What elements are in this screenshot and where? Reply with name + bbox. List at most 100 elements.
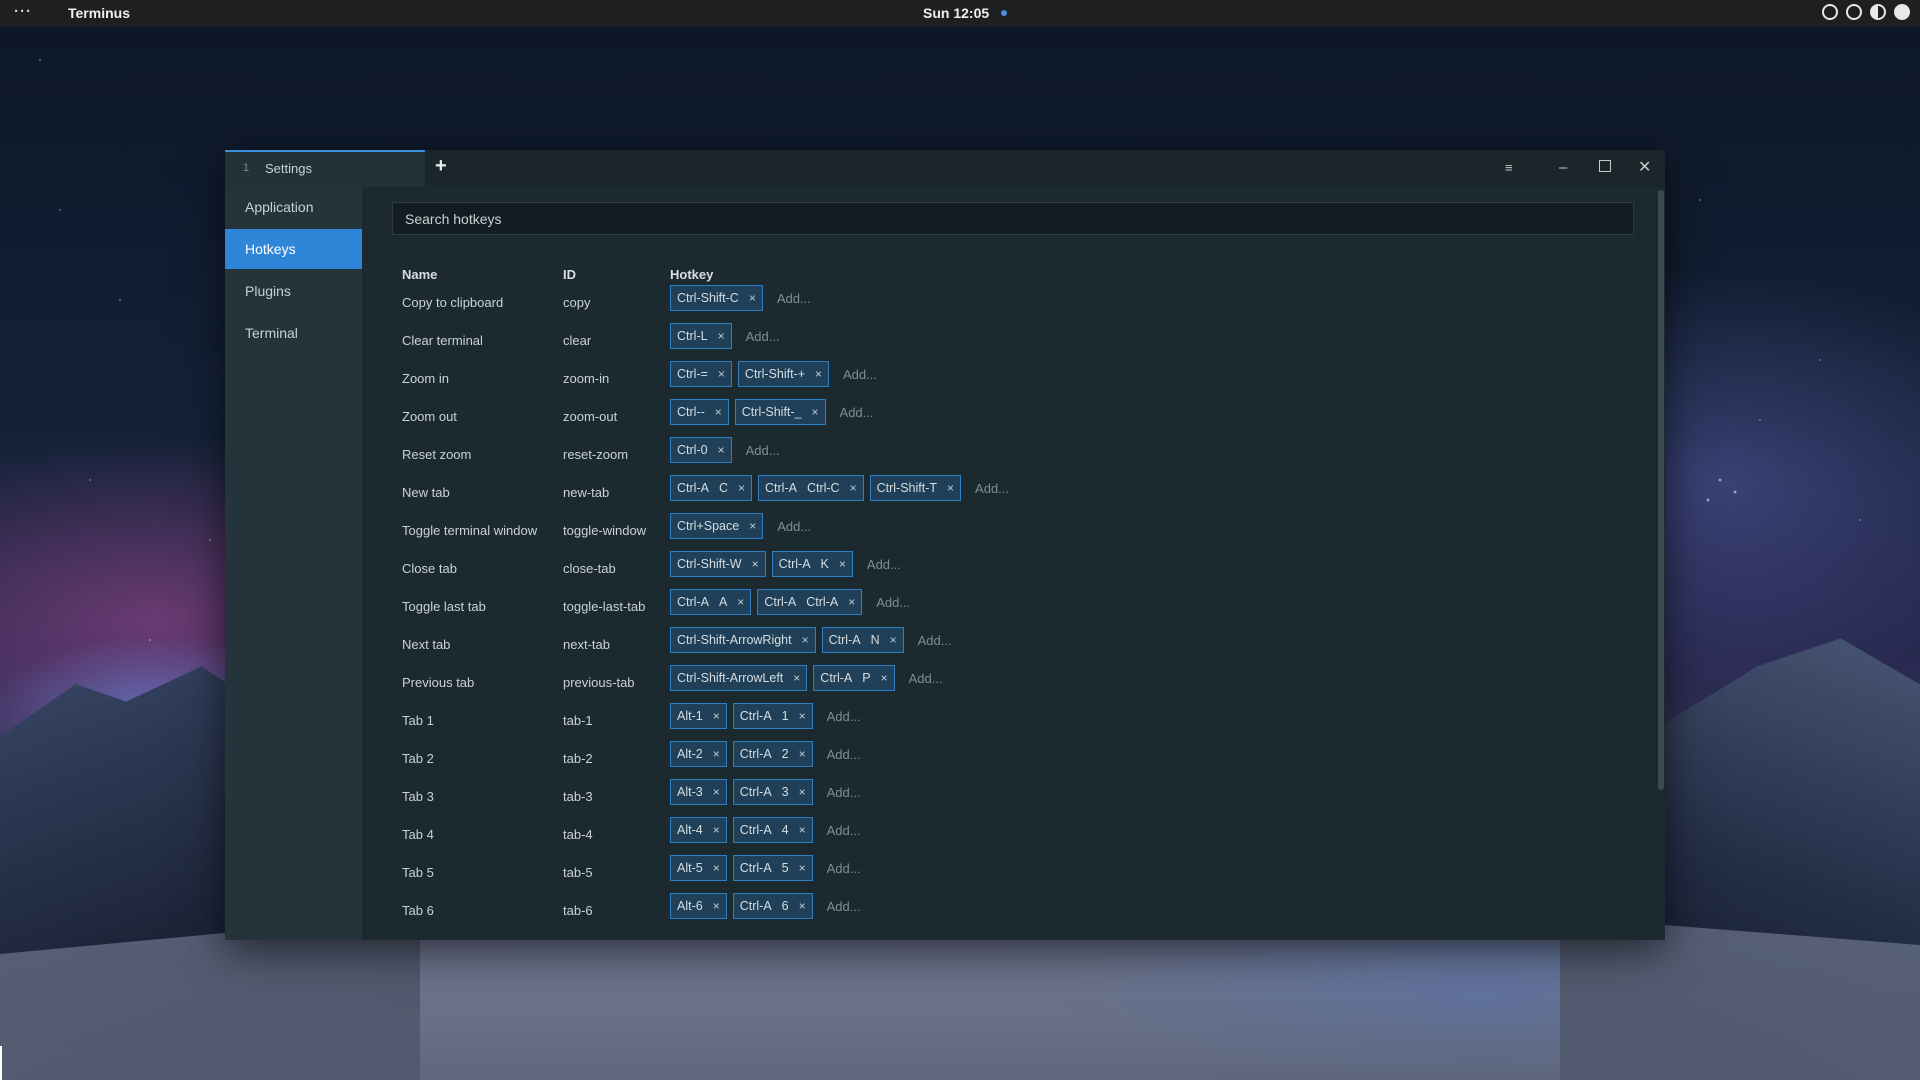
hotkey-chip[interactable]: Ctrl-A 1 × [732,703,813,729]
remove-hotkey-icon[interactable]: × [799,861,806,875]
maximize-icon[interactable] [1599,159,1611,177]
remove-hotkey-icon[interactable]: × [890,633,897,647]
remove-hotkey-icon[interactable]: × [713,747,720,761]
hotkey-chip[interactable]: Alt-6 × [670,893,727,919]
sidebar-item-plugins[interactable]: Plugins [225,271,362,311]
add-hotkey-button[interactable]: Add... [840,405,874,420]
title-bar[interactable]: 1 Settings + ≡ – ✕ [225,150,1665,187]
add-hotkey-button[interactable]: Add... [909,671,943,686]
hotkey-chip[interactable]: Ctrl-A P × [813,665,895,691]
remove-hotkey-icon[interactable]: × [749,291,756,305]
add-hotkey-button[interactable]: Add... [975,481,1009,496]
hotkey-chip[interactable]: Ctrl-Shift-C × [670,285,763,311]
remove-hotkey-icon[interactable]: × [802,633,809,647]
add-hotkey-button[interactable]: Add... [843,367,877,382]
new-tab-button[interactable]: + [435,155,447,178]
hotkey-chip[interactable]: Ctrl-A A × [670,589,752,615]
remove-hotkey-icon[interactable]: × [713,899,720,913]
app-menu-name[interactable]: Terminus [68,5,130,21]
power-icon[interactable] [1894,4,1910,20]
remove-hotkey-icon[interactable]: × [713,785,720,799]
remove-hotkey-icon[interactable]: × [799,747,806,761]
add-hotkey-button[interactable]: Add... [827,709,861,724]
hotkey-chip[interactable]: Ctrl-= × [670,361,732,387]
hotkey-chip[interactable]: Ctrl-A Ctrl-C × [758,475,864,501]
add-hotkey-button[interactable]: Add... [827,747,861,762]
add-hotkey-button[interactable]: Add... [876,595,910,610]
add-hotkey-button[interactable]: Add... [827,899,861,914]
system-tray[interactable] [1822,4,1910,20]
hotkey-chip[interactable]: Ctrl+Space × [670,513,764,539]
clock[interactable]: Sun 12:05 [923,5,989,21]
add-hotkey-button[interactable]: Add... [746,443,780,458]
network-icon[interactable] [1846,4,1862,20]
hotkey-chip[interactable]: Alt-5 × [670,855,727,881]
add-hotkey-button[interactable]: Add... [867,557,901,572]
remove-hotkey-icon[interactable]: × [848,595,855,609]
close-icon[interactable]: ✕ [1638,159,1651,177]
add-hotkey-button[interactable]: Add... [777,519,811,534]
hotkey-chip[interactable]: Ctrl-- × [670,399,729,425]
remove-hotkey-icon[interactable]: × [718,329,725,343]
sidebar-item-hotkeys[interactable]: Hotkeys [225,229,362,269]
hotkey-chip[interactable]: Alt-4 × [670,817,727,843]
add-hotkey-button[interactable]: Add... [827,785,861,800]
hotkey-chip[interactable]: Ctrl-Shift-_ × [734,399,826,425]
hotkey-chip[interactable]: Ctrl-Shift-ArrowLeft × [670,665,808,691]
remove-hotkey-icon[interactable]: × [799,823,806,837]
tab-settings[interactable]: 1 Settings [225,150,425,187]
remove-hotkey-icon[interactable]: × [752,557,759,571]
remove-hotkey-icon[interactable]: × [812,405,819,419]
remove-hotkey-icon[interactable]: × [713,861,720,875]
scrollbar-thumb[interactable] [1658,190,1664,790]
hotkey-chip[interactable]: Ctrl-0 × [670,437,732,463]
hotkey-chip[interactable]: Ctrl-Shift-ArrowRight × [670,627,816,653]
remove-hotkey-icon[interactable]: × [737,595,744,609]
remove-hotkey-icon[interactable]: × [815,367,822,381]
settings-icon[interactable]: ≡ [1505,159,1513,177]
remove-hotkey-icon[interactable]: × [799,899,806,913]
sidebar-item-application[interactable]: Application [225,187,362,227]
hotkey-chip[interactable]: Alt-3 × [670,779,727,805]
remove-hotkey-icon[interactable]: × [881,671,888,685]
remove-hotkey-icon[interactable]: × [850,481,857,495]
hotkey-chip[interactable]: Ctrl-A K × [771,551,853,577]
add-hotkey-button[interactable]: Add... [746,329,780,344]
hotkey-chip[interactable]: Alt-2 × [670,741,727,767]
activities-menu-icon[interactable]: ··· [14,3,32,20]
remove-hotkey-icon[interactable]: × [839,557,846,571]
remove-hotkey-icon[interactable]: × [718,367,725,381]
add-hotkey-button[interactable]: Add... [918,633,952,648]
minimize-icon[interactable]: – [1559,159,1567,177]
hotkey-chip[interactable]: Ctrl-Shift-+ × [737,361,830,387]
add-hotkey-button[interactable]: Add... [827,823,861,838]
add-hotkey-button[interactable]: Add... [827,861,861,876]
remove-hotkey-icon[interactable]: × [715,405,722,419]
remove-hotkey-icon[interactable]: × [799,785,806,799]
hotkey-chip[interactable]: Ctrl-Shift-T × [869,475,962,501]
hotkey-chip[interactable]: Ctrl-A Ctrl-A × [757,589,863,615]
hotkey-chip[interactable]: Ctrl-L × [670,323,732,349]
remove-hotkey-icon[interactable]: × [799,709,806,723]
hotkey-chip[interactable]: Ctrl-A 4 × [732,817,813,843]
hotkey-chip[interactable]: Ctrl-A 5 × [732,855,813,881]
hotkey-chip[interactable]: Ctrl-Shift-W × [670,551,766,577]
search-input[interactable] [392,202,1634,235]
hotkey-chip[interactable]: Ctrl-A 2 × [732,741,813,767]
remove-hotkey-icon[interactable]: × [713,823,720,837]
sidebar-item-terminal[interactable]: Terminal [225,313,362,353]
add-hotkey-button[interactable]: Add... [777,291,811,306]
accessibility-icon[interactable] [1822,4,1838,20]
hotkey-chip[interactable]: Ctrl-A C × [670,475,752,501]
hotkey-chip[interactable]: Ctrl-A N × [821,627,904,653]
remove-hotkey-icon[interactable]: × [749,519,756,533]
volume-icon[interactable] [1870,4,1886,20]
remove-hotkey-icon[interactable]: × [947,481,954,495]
remove-hotkey-icon[interactable]: × [713,709,720,723]
hotkey-chip[interactable]: Alt-1 × [670,703,727,729]
remove-hotkey-icon[interactable]: × [718,443,725,457]
hotkey-chip[interactable]: Ctrl-A 3 × [732,779,813,805]
remove-hotkey-icon[interactable]: × [793,671,800,685]
hotkey-chip[interactable]: Ctrl-A 6 × [732,893,813,919]
remove-hotkey-icon[interactable]: × [738,481,745,495]
